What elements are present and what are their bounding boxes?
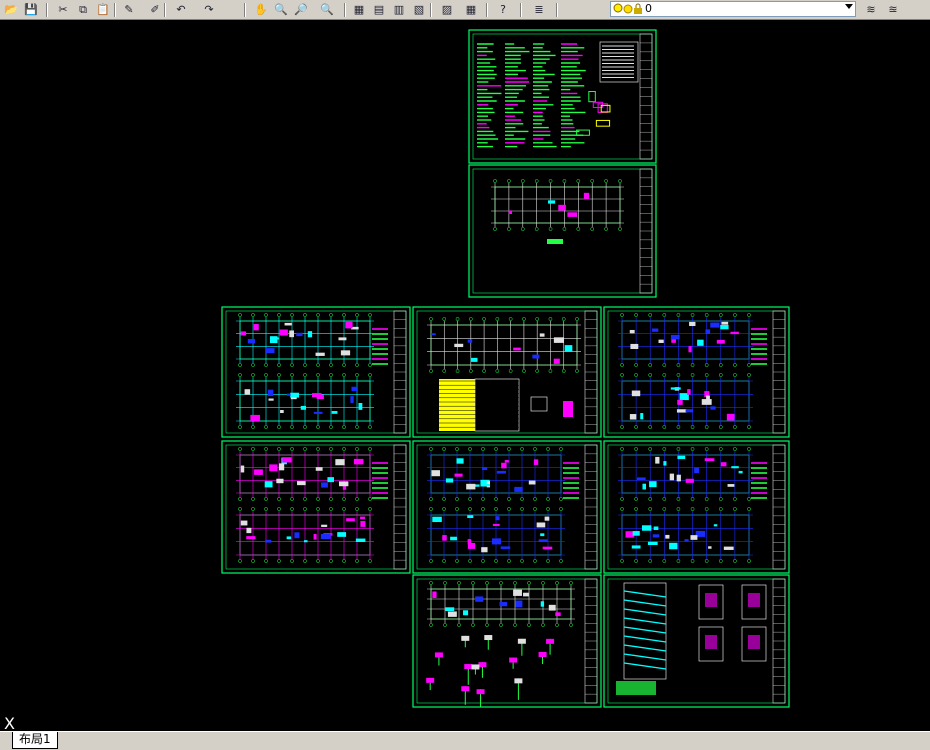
sheet-beam-plan-1: [221, 440, 411, 574]
bulb-on-icon[interactable]: [613, 3, 623, 15]
toolbar-separator: [46, 3, 48, 17]
model-space-canvas[interactable]: X: [0, 20, 930, 733]
block-editor-icon[interactable]: ✐: [146, 1, 164, 18]
layer-previous-icon[interactable]: ≋: [862, 1, 880, 18]
layout-tab-bar: 布局1: [0, 731, 930, 750]
sheet-foundation-plan: [468, 164, 657, 298]
sheet-set-icon[interactable]: ▧: [410, 1, 428, 18]
toolbar-separator: [520, 3, 522, 17]
sheet-slab-plan-1: [412, 440, 602, 574]
cut-icon[interactable]: ✂: [54, 1, 72, 18]
make-object-layer-current-icon[interactable]: ≊: [884, 1, 902, 18]
lock-icon[interactable]: [633, 3, 643, 15]
toolbar-separator: [430, 3, 432, 17]
sheet-frame: [603, 440, 790, 574]
toolbar-separator: [344, 3, 346, 17]
zoom-window-icon[interactable]: 🔎: [292, 1, 310, 18]
toolbar-separator: [164, 3, 166, 17]
markup-icon[interactable]: ▨: [438, 1, 456, 18]
current-layer-name: 0: [645, 2, 652, 15]
sheet-stair-details: [603, 574, 790, 708]
zoom-realtime-icon[interactable]: 🔍: [272, 1, 290, 18]
calculator-icon[interactable]: ▦: [462, 1, 480, 18]
sheet-floor-plan-1: [603, 306, 790, 438]
tab-layout1[interactable]: 布局1: [12, 732, 58, 749]
open-icon[interactable]: 📂: [2, 1, 20, 18]
sheet-frame: [412, 574, 602, 708]
toolbar-separator: [114, 3, 116, 17]
help-icon[interactable]: ?: [494, 1, 512, 18]
layer-dropdown[interactable]: 0: [610, 1, 856, 17]
tool-palettes-icon[interactable]: ▥: [390, 1, 408, 18]
toolbar-separator: [244, 3, 246, 17]
toolbar-separator: [486, 3, 488, 17]
chevron-down-icon[interactable]: [845, 4, 853, 9]
undo-icon[interactable]: ↶: [172, 1, 190, 18]
design-center-icon[interactable]: ▤: [370, 1, 388, 18]
sheet-frame: [468, 164, 657, 298]
sheet-frame: [221, 440, 411, 574]
sheet-column-plan-1: [221, 306, 411, 438]
sheet-pile-plan: [412, 306, 602, 438]
sheet-frame: [221, 306, 411, 438]
pan-icon[interactable]: ✋: [252, 1, 270, 18]
properties-icon[interactable]: ▦: [350, 1, 368, 18]
match-properties-icon[interactable]: ✎: [120, 1, 138, 18]
sheet-slab-plan-2: [603, 440, 790, 574]
layout-drawing: [221, 29, 790, 708]
sheet-roof-plan: [412, 574, 602, 708]
redo-icon[interactable]: ↷: [200, 1, 218, 18]
sun-icon[interactable]: [623, 3, 633, 15]
zoom-previous-icon[interactable]: 🔍: [318, 1, 336, 18]
paste-icon[interactable]: 📋: [94, 1, 112, 18]
standard-toolbar: 0 📂 💾 ✂ ⧉ 📋 ✎ ✐ ↶ ↷ ✋ 🔍 🔎 🔍 ▦ ▤ ▥ ▧ ▨ ▦? ≣ ≋ ≊: [0, 0, 930, 20]
sheet-general-notes: [468, 29, 657, 164]
save-icon[interactable]: 💾: [22, 1, 40, 18]
copy-icon[interactable]: ⧉: [74, 1, 92, 18]
toolbar-separator: [556, 3, 558, 17]
layers-icon[interactable]: ≣: [530, 1, 548, 18]
